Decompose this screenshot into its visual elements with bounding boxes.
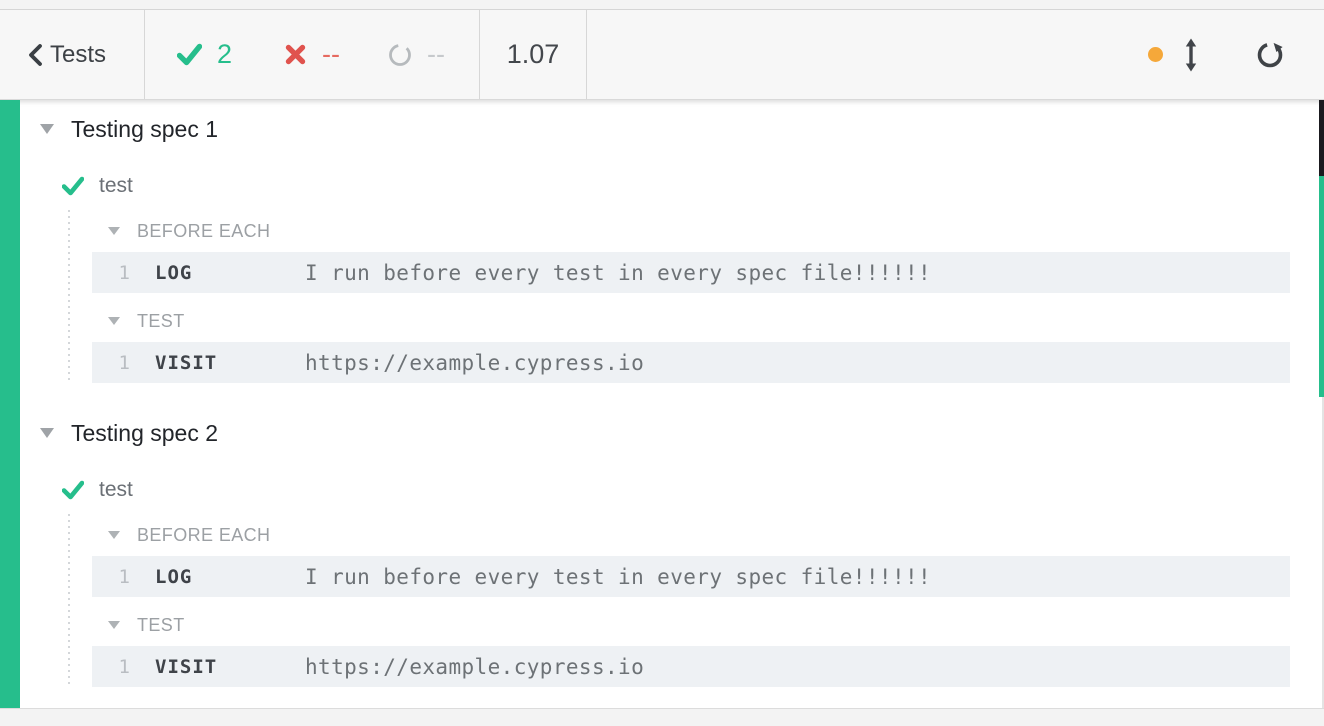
command-message: I run before every test in every spec fi… — [305, 261, 931, 285]
reporter-header: Tests 2 -- -- 1.07 — [0, 10, 1324, 100]
pending-count: -- — [427, 39, 445, 70]
chevron-down-icon — [108, 317, 120, 325]
check-icon — [62, 176, 84, 196]
chevron-down-icon — [108, 531, 120, 539]
command-line-number: 1 — [92, 656, 130, 678]
spec-title: Testing spec 2 — [71, 420, 218, 447]
footer-strip — [0, 708, 1324, 726]
section-label: TEST — [137, 311, 185, 332]
specs-list: Testing spec 1testBEFORE EACH1LOGI run b… — [0, 100, 1324, 687]
section-label: TEST — [137, 615, 185, 636]
command-message: I run before every test in every spec fi… — [305, 565, 931, 589]
test-result-row[interactable]: test — [62, 171, 1324, 201]
chevron-down-icon — [40, 124, 54, 134]
passed-count: 2 — [217, 39, 232, 70]
pending-ring-icon — [388, 43, 412, 67]
command-row[interactable]: 1 VISIThttps://example.cypress.io — [92, 646, 1290, 687]
command-row[interactable]: 1 VISIThttps://example.cypress.io — [92, 342, 1290, 383]
test-name: test — [99, 478, 133, 502]
failed-count: -- — [322, 39, 340, 70]
status-dot — [1148, 47, 1163, 62]
spec-header[interactable]: Testing spec 2 — [40, 418, 1324, 448]
test-block: test BEFORE EACH 1 LOGI run before every te… — [0, 475, 1324, 687]
test-sections: BEFORE EACH 1 LOGI run before every test i… — [0, 218, 1324, 383]
spec-section: Testing spec 1 test BEFORE EACH 1 LOGI run b… — [0, 114, 1324, 383]
spec-title: Testing spec 1 — [71, 116, 218, 143]
x-icon — [284, 43, 307, 66]
section-header[interactable]: TEST — [108, 308, 1324, 334]
command-message: https://example.cypress.io — [305, 655, 644, 679]
right-edge-green — [1319, 176, 1324, 397]
command-message: https://example.cypress.io — [305, 351, 644, 375]
command-line-number: 1 — [92, 352, 130, 374]
test-stats: 2 -- -- — [145, 10, 480, 99]
command-line-number: 1 — [92, 566, 130, 588]
command-row[interactable]: 1 LOGI run before every test in every spe… — [92, 556, 1290, 597]
test-sections: BEFORE EACH 1 LOGI run before every test i… — [0, 522, 1324, 687]
back-to-tests-button[interactable]: Tests — [0, 10, 145, 99]
test-duration: 1.07 — [507, 39, 560, 70]
command-method: LOG — [155, 262, 305, 284]
cypress-reporter-app: Tests 2 -- -- 1.07 — [0, 0, 1324, 726]
section-header[interactable]: BEFORE EACH — [108, 522, 1324, 548]
section-header[interactable]: BEFORE EACH — [108, 218, 1324, 244]
command-method: VISIT — [155, 656, 305, 678]
section-label: BEFORE EACH — [137, 525, 270, 546]
command-line-number: 1 — [92, 262, 130, 284]
indent-guide — [68, 210, 70, 383]
chevron-left-icon — [27, 43, 43, 67]
header-controls — [587, 10, 1324, 99]
command-method: LOG — [155, 566, 305, 588]
test-name: test — [99, 174, 133, 198]
chevron-down-icon — [108, 227, 120, 235]
refresh-icon[interactable] — [1255, 40, 1285, 70]
test-result-row[interactable]: test — [62, 475, 1324, 505]
back-label: Tests — [50, 41, 106, 69]
right-edge-dark — [1319, 100, 1324, 176]
test-log-panel: Testing spec 1testBEFORE EACH1LOGI run b… — [0, 100, 1324, 708]
section-label: BEFORE EACH — [137, 221, 270, 242]
top-strip — [0, 0, 1324, 10]
check-icon — [62, 480, 84, 500]
chevron-down-icon — [108, 621, 120, 629]
check-icon — [177, 43, 202, 66]
test-block: test BEFORE EACH 1 LOGI run before every te… — [0, 171, 1324, 383]
auto-scroll-icon[interactable] — [1183, 38, 1199, 72]
section-header[interactable]: TEST — [108, 612, 1324, 638]
spec-section: Testing spec 2 test BEFORE EACH 1 LOGI run b… — [0, 418, 1324, 687]
command-row[interactable]: 1 LOGI run before every test in every spe… — [92, 252, 1290, 293]
spec-header[interactable]: Testing spec 1 — [40, 114, 1324, 144]
command-method: VISIT — [155, 352, 305, 374]
indent-guide — [68, 514, 70, 687]
duration-block: 1.07 — [480, 10, 587, 99]
chevron-down-icon — [40, 428, 54, 438]
